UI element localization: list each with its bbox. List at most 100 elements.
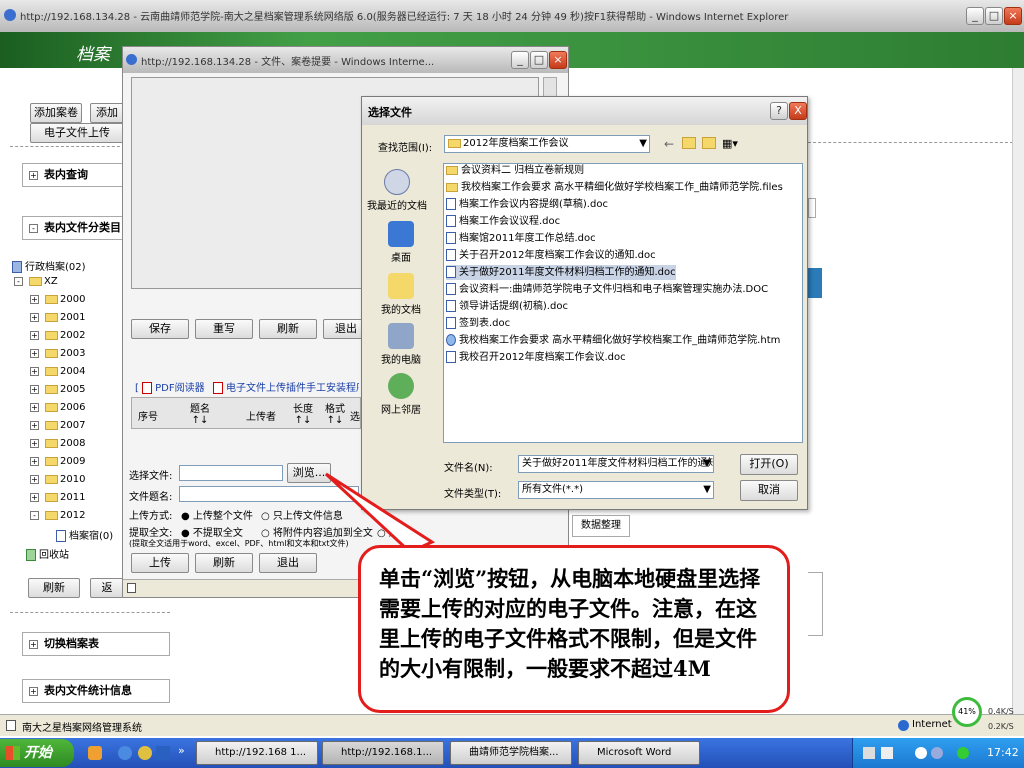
list-item[interactable]: 档案工作会议内容提纲(草稿).doc <box>446 197 608 212</box>
tree-year[interactable]: +2002 <box>30 330 85 341</box>
tree-year[interactable]: +2001 <box>30 312 85 323</box>
refresh-button[interactable]: 刷新 <box>28 578 80 598</box>
tray-icon[interactable] <box>863 747 875 759</box>
chevron-right-icon[interactable]: » <box>178 744 185 757</box>
taskbar-task[interactable]: 曲靖师范学院档案... <box>450 741 572 765</box>
col-header[interactable]: 序号 <box>138 408 158 423</box>
col-header[interactable]: 上传者 <box>246 408 276 423</box>
list-item[interactable]: 我校召开2012年度档案工作会议.doc <box>446 350 626 365</box>
upload-link[interactable]: 电子文件上传 <box>30 123 124 143</box>
open-button[interactable]: 打开(O) <box>740 454 798 475</box>
list-item[interactable]: 档案工作会议议程.doc <box>446 214 560 229</box>
place-network[interactable]: 网上邻居 <box>366 373 436 416</box>
main-statusbar: 南大之星档案网络管理系统 Internet 41% 0.4K/S 0.2K/S <box>0 697 1024 736</box>
tree-leaf[interactable]: 档案宿(0) <box>56 527 113 542</box>
folder-icon <box>45 456 58 466</box>
taskbar-task[interactable]: Microsoft Word <box>578 741 700 765</box>
start-button[interactable]: 开始 <box>0 739 74 767</box>
tree-year[interactable]: +2010 <box>30 474 85 485</box>
col-header[interactable]: 选 <box>350 408 360 423</box>
main-maximize-button[interactable]: □ <box>985 7 1003 25</box>
help-button[interactable]: ? <box>770 102 788 120</box>
dialog-close-button[interactable]: X <box>789 102 807 120</box>
quicklaunch-icon[interactable] <box>118 746 132 760</box>
tree-year[interactable]: +2005 <box>30 384 85 395</box>
select-file-input[interactable] <box>179 465 283 481</box>
filename-input[interactable]: 关于做好2011年度文件材料归档工作的通知 ▼ <box>518 455 714 473</box>
main-close-button[interactable]: × <box>1004 7 1022 25</box>
tree-year[interactable]: +2009 <box>30 456 85 467</box>
popup-close-button[interactable]: × <box>549 51 567 69</box>
lookin-dropdown[interactable]: 2012年度档案工作会议 ▼ <box>444 135 650 153</box>
quicklaunch-icon[interactable] <box>156 746 170 760</box>
tree-year[interactable]: +2011 <box>30 492 85 503</box>
place-mydocs[interactable]: 我的文档 <box>366 273 436 316</box>
ie-icon <box>126 54 137 65</box>
exit2-button[interactable]: 退出 <box>259 553 317 573</box>
category-panel-header[interactable]: - 表内文件分类目 <box>22 216 125 240</box>
folder-icon <box>29 276 42 286</box>
tree-year[interactable]: +2000 <box>30 294 85 305</box>
html-file-icon <box>446 334 456 346</box>
refresh2-button[interactable]: 刷新 <box>195 553 253 573</box>
main-scrollbar[interactable] <box>1012 68 1024 714</box>
list-item[interactable]: 我校档案工作会要求 高水平精细化做好学校档案工作_曲靖师范学院.htm <box>446 333 780 348</box>
tray-icon[interactable] <box>931 747 943 759</box>
upload-button[interactable]: 上传 <box>131 553 189 573</box>
up-folder-icon[interactable] <box>682 137 696 149</box>
col-header[interactable]: 题名 ↑↓ <box>188 400 212 426</box>
save-button[interactable]: 保存 <box>131 319 189 339</box>
back-icon[interactable]: ← <box>664 137 674 151</box>
col-header[interactable]: 长度 ↑↓ <box>292 400 314 426</box>
my-computer-icon <box>388 323 414 349</box>
new-folder-icon[interactable] <box>702 137 716 149</box>
tree-year[interactable]: +2004 <box>30 366 85 377</box>
list-item[interactable]: 会议资料二 归档立卷新规则 <box>446 163 584 178</box>
add-volume-button[interactable]: 添加案卷 <box>30 103 82 123</box>
list-item[interactable]: 我校档案工作会要求 高水平精细化做好学校档案工作_曲靖师范学院.files <box>446 180 783 195</box>
cancel-button[interactable]: 取消 <box>740 480 798 501</box>
taskbar-task[interactable]: http://192.168 1... <box>196 741 318 765</box>
taskbar-task-active[interactable]: http://192.168.1... <box>322 741 444 765</box>
tree-year[interactable]: +2007 <box>30 420 85 431</box>
place-desktop[interactable]: 桌面 <box>366 221 436 264</box>
data-mgmt-tab[interactable]: 数据整理 <box>572 515 630 537</box>
tree-year[interactable]: +2006 <box>30 402 85 413</box>
list-item[interactable]: 关于召开2012年度档案工作会议的通知.doc <box>446 248 656 263</box>
query-panel-header[interactable]: + 表内查询 <box>22 163 125 187</box>
reset-button[interactable]: 重写 <box>195 319 253 339</box>
tree-year[interactable]: -2012 <box>30 510 85 521</box>
quicklaunch-icon[interactable] <box>88 746 102 760</box>
tree-root[interactable]: 行政档案(02) <box>12 258 86 273</box>
tree-year[interactable]: +2008 <box>30 438 85 449</box>
recycle-bin[interactable]: 回收站 <box>26 546 69 561</box>
list-item-selected[interactable]: 关于做好2011年度文件材料归档工作的通知.doc <box>446 265 676 280</box>
refresh-button[interactable]: 刷新 <box>259 319 317 339</box>
popup-minimize-button[interactable]: _ <box>511 51 529 69</box>
tree-year[interactable]: +2003 <box>30 348 85 359</box>
pdf-reader-link[interactable]: [ PDF阅读器 <box>135 379 205 394</box>
popup-maximize-button[interactable]: □ <box>530 51 548 69</box>
tree-sub[interactable]: - XZ <box>14 276 58 287</box>
col-header[interactable]: 格式 ↑↓ <box>324 400 346 426</box>
switch-table-header[interactable]: + 切换档案表 <box>22 632 170 656</box>
tray-icon[interactable] <box>915 747 927 759</box>
back-button[interactable]: 返 <box>90 578 124 598</box>
no-extract-radio[interactable]: ● 不提取全文 <box>181 524 243 539</box>
list-item[interactable]: 领导讲话提纲(初稿).doc <box>446 299 568 314</box>
quicklaunch-icon[interactable] <box>138 746 152 760</box>
view-menu-icon[interactable]: ▦▾ <box>722 137 738 150</box>
place-recent[interactable]: 我最近的文档 <box>362 169 432 212</box>
list-item[interactable]: 档案馆2011年度工作总结.doc <box>446 231 596 246</box>
plugin-link[interactable]: 电子文件上传插件手工安装程序 <box>213 379 359 394</box>
list-item[interactable]: 签到表.doc <box>446 316 510 331</box>
tray-icon[interactable] <box>957 747 969 759</box>
add-file-button[interactable]: 添加 <box>90 103 124 123</box>
main-minimize-button[interactable]: _ <box>966 7 984 25</box>
list-item[interactable]: 会议资料一:曲靖师范学院电子文件归档和电子档案管理实施办法.DOC <box>446 282 768 297</box>
tray-icon[interactable] <box>881 747 893 759</box>
upload-whole-radio[interactable]: ● 上传整个文件 <box>181 507 253 522</box>
place-mycomputer[interactable]: 我的电脑 <box>366 323 436 366</box>
filetype-select[interactable]: 所有文件(*.*) ▼ <box>518 481 714 499</box>
stats-header[interactable]: + 表内文件统计信息 <box>22 679 170 703</box>
